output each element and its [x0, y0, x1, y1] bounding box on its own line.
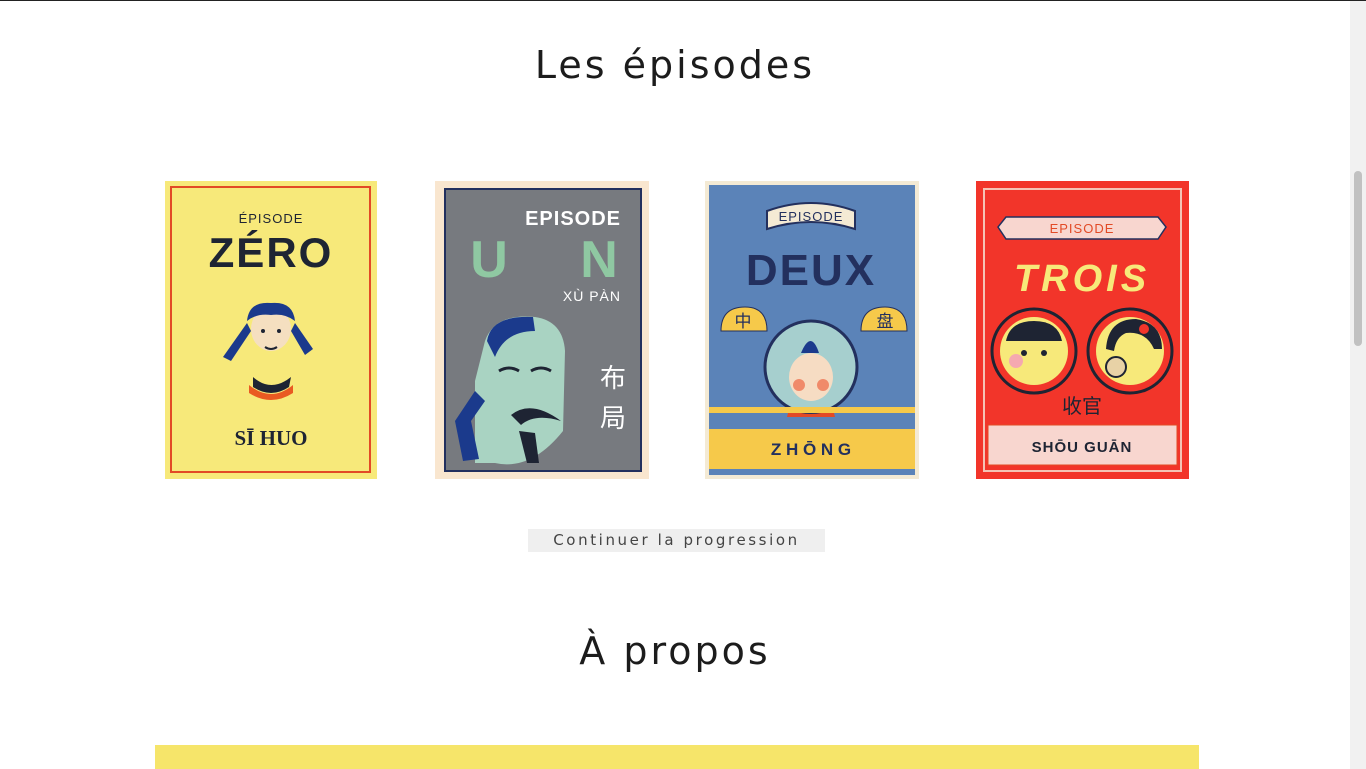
- episode-card-deux[interactable]: EPISODE DEUX 中 盘 Z H Ō N G: [705, 181, 919, 479]
- trois-subtitle: SHŌU GUĀN: [1032, 439, 1133, 456]
- zero-subtitle: SĪ HUO: [235, 426, 308, 450]
- deux-episode-label: EPISODE: [779, 209, 844, 224]
- episodes-title: Les épisodes: [534, 43, 816, 87]
- deux-chinese-left: 中: [735, 312, 752, 332]
- episode-card-trois[interactable]: EPISODE TROIS 收官 SHŌU GUĀN: [976, 181, 1189, 479]
- zero-number: ZÉRO: [209, 229, 334, 276]
- about-content-band: [155, 745, 1199, 769]
- trois-number: TROIS: [1014, 258, 1150, 300]
- un-chinese-2: 局: [600, 404, 626, 434]
- deux-number: DEUX: [746, 246, 876, 295]
- un-letter-n: N: [580, 231, 618, 289]
- un-chinese-1: 布: [600, 364, 626, 394]
- continue-progress-button[interactable]: Continuer la progression: [528, 529, 825, 552]
- un-subtitle: XÙ PÀN: [563, 288, 621, 304]
- portrait-illustration-right: [1086, 307, 1174, 395]
- vertical-scrollbar[interactable]: [1350, 1, 1366, 769]
- episode-card-un[interactable]: EPISODE U N XÙ PÀN 布 局: [435, 181, 649, 479]
- deux-chinese-right: 盘: [877, 312, 894, 332]
- un-letter-u: U: [470, 231, 508, 289]
- trois-episode-label: EPISODE: [1050, 221, 1115, 236]
- un-episode-label: EPISODE: [525, 208, 621, 230]
- zero-episode-label: ÉPISODE: [239, 211, 304, 226]
- scrollbar-thumb[interactable]: [1354, 171, 1362, 346]
- portrait-illustration-left: [990, 307, 1078, 395]
- episode-card-zero[interactable]: ÉPISODE ZÉRO SĪ HUO: [165, 181, 377, 479]
- deux-subtitle: Z H Ō N G: [771, 440, 851, 459]
- about-title: À propos: [579, 629, 771, 673]
- trois-chinese: 收官: [1062, 394, 1102, 418]
